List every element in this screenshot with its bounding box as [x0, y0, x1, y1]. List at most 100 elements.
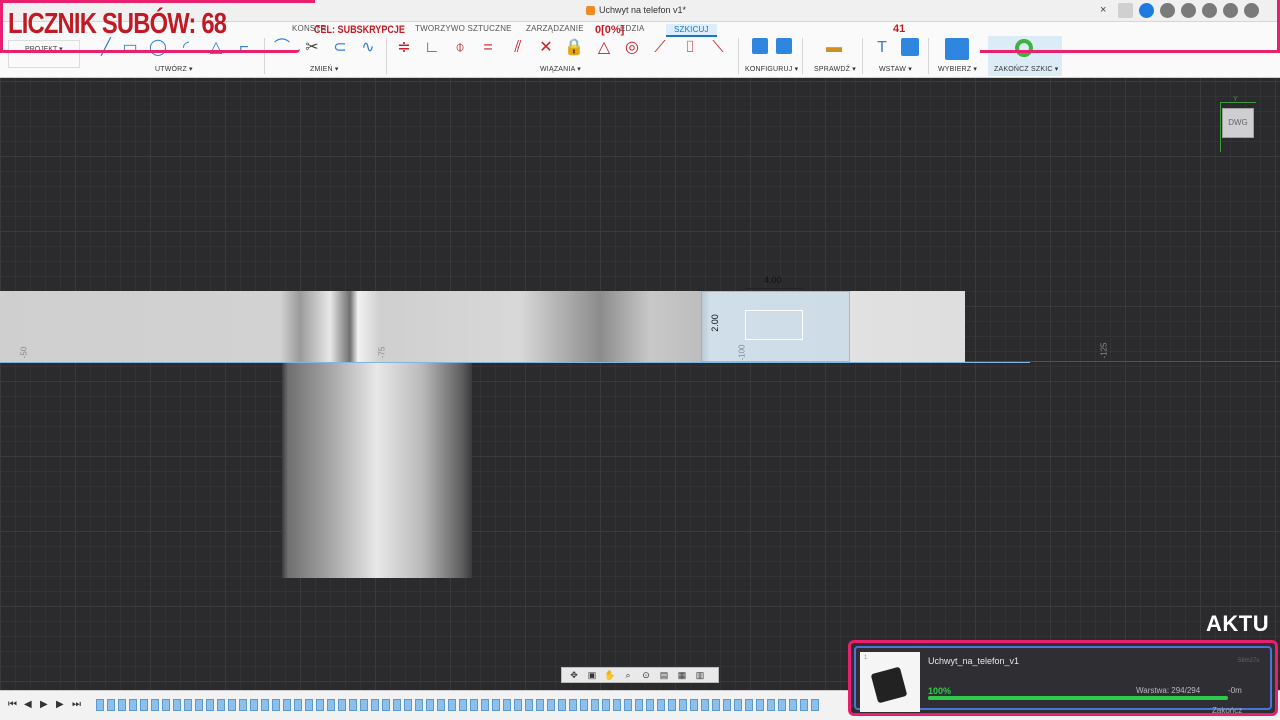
tab-plastic[interactable]: TWORZYWO SZTUCZNE: [415, 24, 512, 33]
coincident-icon[interactable]: ≑: [394, 38, 414, 58]
spline-icon[interactable]: ∿: [358, 38, 378, 58]
zoom-icon[interactable]: ⌕: [620, 669, 636, 681]
timeline-feature-icon[interactable]: [536, 699, 544, 711]
finish-print-button[interactable]: Zakończ: [1212, 706, 1242, 715]
curvature-icon[interactable]: ⟍: [708, 38, 728, 58]
timeline-feature-icon[interactable]: [481, 699, 489, 711]
triangle-icon[interactable]: △: [594, 38, 614, 58]
viewports-icon[interactable]: ▥: [692, 669, 708, 681]
timeline-feature-icon[interactable]: [558, 699, 566, 711]
timeline-feature-icon[interactable]: [371, 699, 379, 711]
tab-manage[interactable]: ZARZĄDZANIE: [526, 24, 584, 33]
timeline-feature-icon[interactable]: [657, 699, 665, 711]
timeline-feature-icon[interactable]: [129, 699, 137, 711]
timeline-feature-icon[interactable]: [459, 699, 467, 711]
timeline-feature-icon[interactable]: [327, 699, 335, 711]
trim-scissors-icon[interactable]: ✂: [302, 38, 322, 58]
timeline-feature-icon[interactable]: [723, 699, 731, 711]
fit-icon[interactable]: ⊙: [638, 669, 654, 681]
viewcube[interactable]: DWG: [1222, 108, 1254, 138]
timeline-feature-icon[interactable]: [712, 699, 720, 711]
timeline-feature-icon[interactable]: [228, 699, 236, 711]
timeline-feature-icon[interactable]: [261, 699, 269, 711]
width-dimension[interactable]: 4.00: [764, 275, 782, 285]
timeline-feature-icon[interactable]: [437, 699, 445, 711]
timeline-feature-icon[interactable]: [580, 699, 588, 711]
timeline-feature-icon[interactable]: [250, 699, 258, 711]
timeline-prev-icon[interactable]: ◀: [24, 699, 32, 710]
timeline-feature-icon[interactable]: [349, 699, 357, 711]
timeline-feature-icon[interactable]: [305, 699, 313, 711]
measure-icon[interactable]: ▬: [824, 38, 844, 58]
timeline-feature-icon[interactable]: [173, 699, 181, 711]
timeline-feature-icon[interactable]: [162, 699, 170, 711]
timeline-feature-icon[interactable]: [118, 699, 126, 711]
orbit-icon[interactable]: ✥: [566, 669, 582, 681]
configure-group-label[interactable]: KONFIGURUJ ▾: [745, 65, 798, 73]
timeline-feature-icon[interactable]: [283, 699, 291, 711]
timeline-feature-icon[interactable]: [646, 699, 654, 711]
cylinder-body[interactable]: [282, 362, 472, 578]
timeline-feature-icon[interactable]: [547, 699, 555, 711]
collinear-icon[interactable]: ✕: [536, 38, 556, 58]
timeline-feature-icon[interactable]: [382, 699, 390, 711]
fix-lock-icon[interactable]: 🔒: [564, 38, 584, 58]
tab-sketch[interactable]: SZKICUJ: [666, 24, 717, 37]
timeline-feature-icon[interactable]: [635, 699, 643, 711]
timeline-feature-icon[interactable]: [272, 699, 280, 711]
modify-group-label[interactable]: ZMIEŃ ▾: [310, 65, 339, 73]
look-at-icon[interactable]: ▣: [584, 669, 600, 681]
select-group-label[interactable]: WYBIERZ ▾: [938, 65, 977, 73]
timeline-feature-icon[interactable]: [151, 699, 159, 711]
timeline-feature-icon[interactable]: [492, 699, 500, 711]
inspect-group-label[interactable]: SPRAWDŹ ▾: [814, 65, 856, 73]
display-settings-icon[interactable]: ▤: [656, 669, 672, 681]
timeline-feature-icon[interactable]: [525, 699, 533, 711]
timeline-feature-icon[interactable]: [404, 699, 412, 711]
timeline-feature-icon[interactable]: [778, 699, 786, 711]
timeline-feature-icon[interactable]: [503, 699, 511, 711]
modeling-canvas[interactable]: 4.00 2.00 -50 -75 -100 -125 Y DWG ✥ ▣ ✋ …: [0, 78, 1280, 690]
symmetry-icon[interactable]: ⌷: [680, 38, 700, 58]
timeline-feature-icon[interactable]: [591, 699, 599, 711]
pan-icon[interactable]: ✋: [602, 669, 618, 681]
sketch-rectangle[interactable]: [745, 310, 803, 340]
timeline-feature-icon[interactable]: [602, 699, 610, 711]
timeline-play-icon[interactable]: ▶: [40, 699, 48, 710]
timeline-feature-icon[interactable]: [217, 699, 225, 711]
timeline-feature-icon[interactable]: [613, 699, 621, 711]
timeline-next-icon[interactable]: ▶: [56, 699, 64, 710]
timeline-feature-icon[interactable]: [294, 699, 302, 711]
timeline-feature-icon[interactable]: [360, 699, 368, 711]
timeline-feature-icon[interactable]: [800, 699, 808, 711]
timeline-feature-icon[interactable]: [701, 699, 709, 711]
height-dimension[interactable]: 2.00: [710, 314, 720, 332]
tangent-icon[interactable]: ⌽: [450, 38, 470, 58]
timeline-feature-icon[interactable]: [195, 699, 203, 711]
insert-group-label[interactable]: WSTAW ▾: [879, 65, 912, 73]
timeline-feature-icon[interactable]: [767, 699, 775, 711]
parallel-icon[interactable]: ⫽: [508, 38, 528, 58]
timeline-feature-icon[interactable]: [184, 699, 192, 711]
timeline-feature-icon[interactable]: [426, 699, 434, 711]
offset-icon[interactable]: ⊂: [330, 38, 350, 58]
timeline-feature-icon[interactable]: [811, 699, 819, 711]
timeline-feature-icon[interactable]: [206, 699, 214, 711]
timeline-feature-icon[interactable]: [448, 699, 456, 711]
timeline-feature-icon[interactable]: [316, 699, 324, 711]
timeline-feature-icon[interactable]: [734, 699, 742, 711]
timeline-feature-icon[interactable]: [514, 699, 522, 711]
timeline-feature-icon[interactable]: [96, 699, 104, 711]
timeline-feature-icon[interactable]: [569, 699, 577, 711]
perpendicular-icon[interactable]: ∟: [422, 38, 442, 58]
insert-text-icon[interactable]: T: [872, 38, 892, 58]
timeline-feature-icon[interactable]: [745, 699, 753, 711]
select-icon[interactable]: [945, 38, 969, 60]
timeline-feature-icon[interactable]: [140, 699, 148, 711]
insert-image-icon[interactable]: [901, 38, 919, 56]
timeline-feature-icon[interactable]: [668, 699, 676, 711]
timeline-feature-icon[interactable]: [470, 699, 478, 711]
timeline-feature-icon[interactable]: [679, 699, 687, 711]
parameters-icon[interactable]: [752, 38, 768, 54]
concentric-icon[interactable]: ◎: [622, 38, 642, 58]
